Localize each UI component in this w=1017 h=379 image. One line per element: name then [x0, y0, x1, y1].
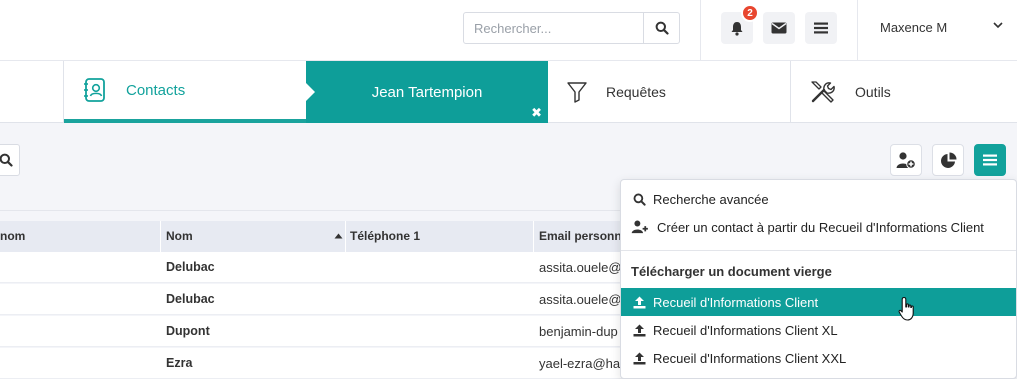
divider [533, 221, 534, 252]
add-contact-button[interactable] [890, 144, 922, 176]
chevron-down-icon[interactable] [993, 22, 1003, 29]
pie-chart-icon [940, 152, 956, 168]
divider [160, 221, 161, 252]
tab-requetes[interactable]: Requêtes [548, 61, 790, 123]
column-header-email[interactable]: Email personn [539, 221, 622, 252]
menu-item-label: Recueil d'Informations Client XL [653, 322, 838, 338]
global-search [463, 12, 680, 44]
tab-label: Outils [855, 84, 891, 100]
list-search-button[interactable] [0, 144, 20, 176]
menu-item-download-ric[interactable]: Recueil d'Informations Client [621, 288, 1016, 316]
notifications-button[interactable]: 2 [721, 4, 759, 44]
table-header: nom Nom Téléphone 1 Email personn [0, 221, 630, 252]
table-row[interactable]: Dupont benjamin-dup [0, 316, 630, 347]
menu-item-download-ric-xl[interactable]: Recueil d'Informations Client XL [621, 316, 1016, 344]
sort-asc-icon[interactable] [334, 233, 343, 239]
user-plus-icon [631, 220, 649, 234]
menu-section-header: Télécharger un document vierge [631, 264, 832, 279]
tools-icon [811, 81, 835, 103]
actions-dropdown: Recherche avancée Créer un contact à par… [620, 179, 1017, 379]
address-book-icon [84, 78, 105, 102]
notification-badge: 2 [741, 4, 759, 22]
menu-item-advanced-search[interactable]: Recherche avancée [621, 185, 1016, 213]
upload-icon [631, 352, 647, 365]
menu-item-download-ric-xxl[interactable]: Recueil d'Informations Client XXL [621, 344, 1016, 372]
upload-icon [631, 324, 647, 337]
tab-jean-tartempion[interactable]: Jean Tartempion ✖ [306, 61, 548, 123]
divider [0, 210, 640, 211]
user-name[interactable]: Maxence M [880, 20, 947, 35]
table-row[interactable]: Delubac assita.ouele@ [0, 284, 630, 315]
tab-label: Jean Tartempion [371, 83, 483, 101]
menu-item-create-contact[interactable]: Créer un contact à partir du Recueil d'I… [621, 213, 1016, 241]
stats-button[interactable] [932, 144, 964, 176]
actions-menu-button[interactable] [974, 144, 1006, 176]
divider [857, 0, 858, 61]
cell-email: assita.ouele@ [539, 260, 622, 275]
user-plus-icon [896, 152, 916, 169]
search-icon [0, 153, 13, 167]
cell-email: yael-ezra@han [539, 356, 628, 371]
cell-nom: Dupont [166, 324, 210, 338]
upload-icon [631, 296, 647, 309]
divider [700, 0, 701, 61]
column-header-telephone[interactable]: Téléphone 1 [350, 221, 420, 252]
hamburger-icon [983, 154, 997, 166]
messages-button[interactable] [763, 12, 795, 44]
column-header[interactable]: nom [0, 221, 25, 252]
envelope-icon [771, 22, 787, 34]
column-header-nom[interactable]: Nom [166, 221, 193, 252]
tab-contacts[interactable]: Contacts [64, 61, 306, 123]
cell-nom: Ezra [166, 356, 193, 370]
cell-nom: Delubac [166, 292, 215, 306]
hamburger-icon [814, 22, 828, 34]
tab-label: Contacts [126, 81, 186, 99]
close-icon[interactable]: ✖ [531, 105, 542, 121]
hand-cursor-icon [898, 296, 914, 321]
funnel-icon [567, 82, 587, 103]
tab-arrow [306, 83, 315, 101]
table-row[interactable]: Ezra yael-ezra@han [0, 348, 630, 379]
top-bar: 2 Maxence M [0, 0, 1017, 61]
cell-email: assita.ouele@ [539, 292, 622, 307]
divider [621, 250, 1016, 251]
divider [345, 221, 346, 252]
menu-item-label: Créer un contact à partir du Recueil d'I… [657, 219, 984, 235]
cell-nom: Delubac [166, 260, 215, 274]
menu-button[interactable] [805, 12, 837, 44]
search-input[interactable] [464, 13, 643, 43]
menu-item-label: Recueil d'Informations Client [653, 294, 819, 310]
cell-email: benjamin-dup [539, 324, 618, 339]
bell-icon [731, 21, 743, 36]
main-tabs: Contacts Jean Tartempion ✖ Requêtes Outi… [0, 61, 1017, 123]
search-button[interactable] [643, 13, 679, 43]
table-row[interactable]: Delubac assita.ouele@ [0, 252, 630, 283]
search-icon [655, 21, 669, 35]
tab-outils[interactable]: Outils [790, 61, 1017, 123]
menu-item-label: Recherche avancée [653, 191, 769, 207]
tab-label: Requêtes [606, 84, 666, 100]
search-icon [631, 193, 647, 206]
menu-item-label: Recueil d'Informations Client XXL [653, 350, 847, 366]
